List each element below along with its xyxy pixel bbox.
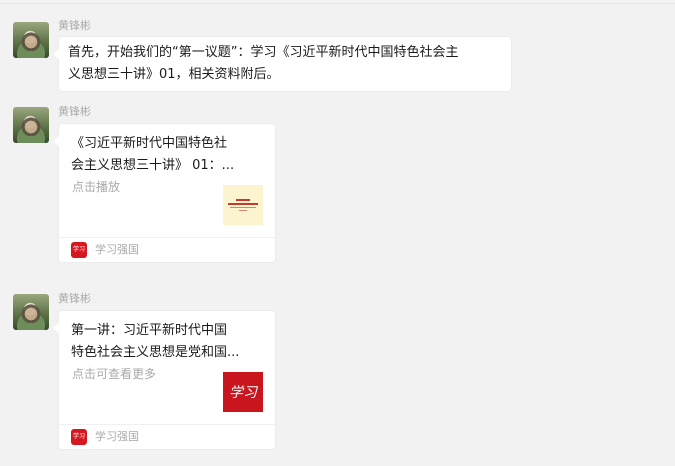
card-footer: 学习 学习强国 <box>59 237 275 262</box>
sender-name: 黄锋彬 <box>58 105 91 118</box>
card-title-line: 第一讲：习近平新时代中国 <box>71 323 228 338</box>
message-text-line: 首先，开始我们的“第一议题”：学习《习近平新时代中国特色社会主 <box>68 45 459 60</box>
sender-name: 黄锋彬 <box>58 19 91 32</box>
xuexi-app-icon: 学习 <box>71 242 87 258</box>
app-name: 学习强国 <box>95 430 139 443</box>
app-name: 学习强国 <box>95 243 139 256</box>
avatar[interactable] <box>13 294 49 330</box>
avatar[interactable] <box>13 107 49 143</box>
book-cover-thumbnail <box>223 185 263 225</box>
text-bubble[interactable]: 首先，开始我们的“第一议题”：学习《习近平新时代中国特色社会主 义思想三十讲》0… <box>53 36 512 92</box>
card-title-line: 会主义思想三十讲》 01：... <box>71 158 235 173</box>
avatar[interactable] <box>13 22 49 58</box>
sender-name: 黄锋彬 <box>58 292 91 305</box>
card-footer: 学习 学习强国 <box>59 424 275 449</box>
card-subtitle: 点击播放 <box>72 180 121 194</box>
message-text-line: 义思想三十讲》01，相关资料附后。 <box>68 67 280 82</box>
link-card[interactable]: 第一讲：习近平新时代中国 特色社会主义思想是党和国... 点击可查看更多 学习 … <box>53 310 276 450</box>
card-title: 第一讲：习近平新时代中国 特色社会主义思想是党和国... <box>71 320 247 364</box>
xuexi-logo-thumbnail: 学习 <box>223 372 263 412</box>
card-title: 《习近平新时代中国特色社 会主义思想三十讲》 01：... <box>71 133 247 177</box>
divider <box>0 3 675 4</box>
xuexi-app-icon: 学习 <box>71 429 87 445</box>
card-subtitle: 点击可查看更多 <box>72 367 157 381</box>
card-title-line: 特色社会主义思想是党和国... <box>71 345 240 360</box>
link-card[interactable]: 《习近平新时代中国特色社 会主义思想三十讲》 01：... 点击播放 学习 学习… <box>53 123 276 263</box>
card-title-line: 《习近平新时代中国特色社 <box>71 136 228 151</box>
